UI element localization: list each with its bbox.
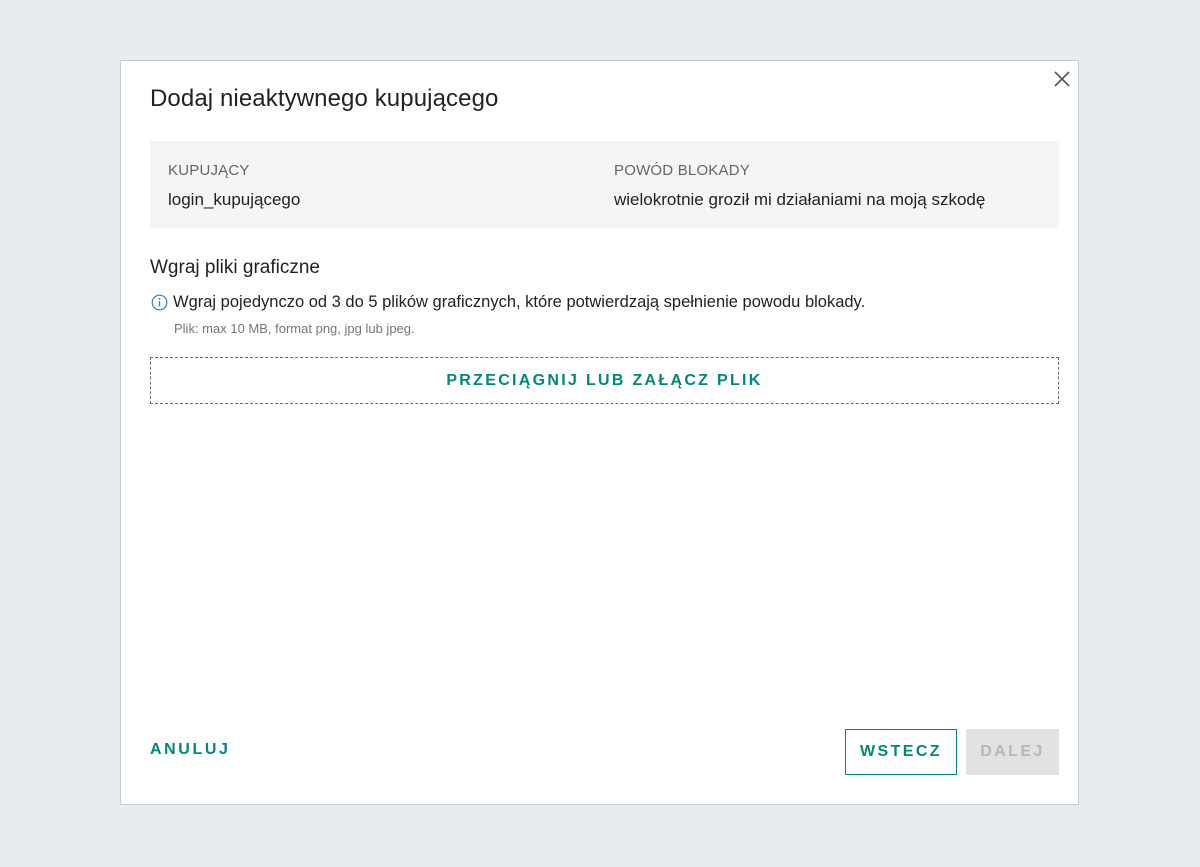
upload-section-title: Wgraj pliki graficzne <box>150 257 320 278</box>
buyer-value: login_kupującego <box>168 190 301 209</box>
next-button[interactable]: DALEJ <box>966 729 1059 775</box>
buyer-info-panel: KUPUJĄCY login_kupującego POWÓD BLOKADY … <box>150 141 1059 228</box>
reason-label: POWÓD BLOKADY <box>614 162 750 179</box>
file-dropzone[interactable]: PRZECIĄGNIJ LUB ZAŁĄCZ PLIK <box>150 357 1059 404</box>
upload-hint: Wgraj pojedynczo od 3 do 5 plików grafic… <box>151 293 865 312</box>
dropzone-label: PRZECIĄGNIJ LUB ZAŁĄCZ PLIK <box>446 371 763 389</box>
close-icon <box>1054 71 1070 87</box>
buyer-column: KUPUJĄCY login_kupującego <box>168 162 300 210</box>
reason-column: POWÓD BLOKADY wielokrotnie groził mi dzi… <box>614 162 985 210</box>
upload-hint-text: Wgraj pojedynczo od 3 do 5 plików grafic… <box>173 293 866 311</box>
reason-value: wielokrotnie groził mi działaniami na mo… <box>614 190 986 209</box>
add-inactive-buyer-dialog: Dodaj nieaktywnego kupującego KUPUJĄCY l… <box>120 60 1079 805</box>
dialog-title: Dodaj nieaktywnego kupującego <box>150 85 499 112</box>
info-icon <box>151 294 168 311</box>
buyer-label: KUPUJĄCY <box>168 162 250 179</box>
cancel-button[interactable]: ANULUJ <box>150 741 231 759</box>
file-requirements: Plik: max 10 MB, format png, jpg lub jpe… <box>174 321 415 336</box>
back-button[interactable]: WSTECZ <box>845 729 957 775</box>
close-button[interactable] <box>1052 69 1072 89</box>
